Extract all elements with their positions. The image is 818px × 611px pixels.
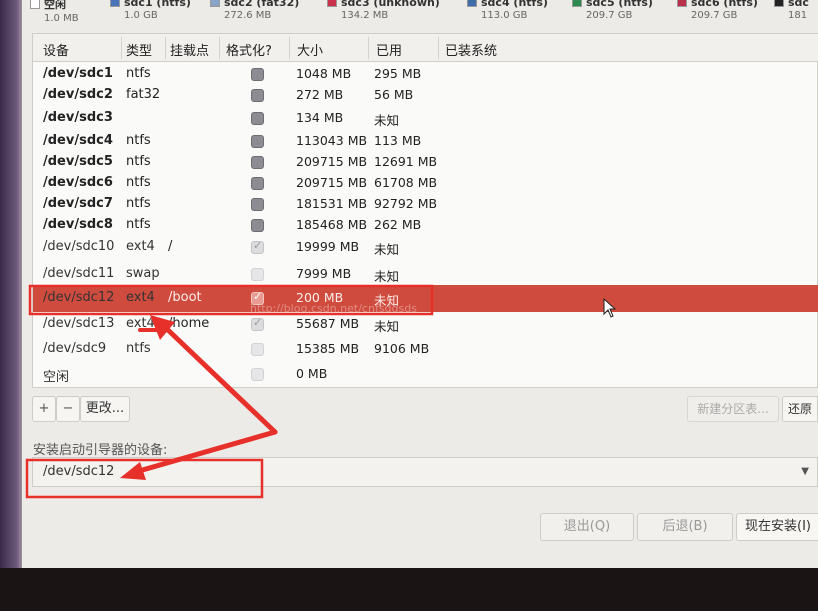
annotation-overlay [25, 284, 434, 499]
selected-row-highlight-box [28, 284, 434, 316]
annotation-arrows [120, 315, 278, 480]
